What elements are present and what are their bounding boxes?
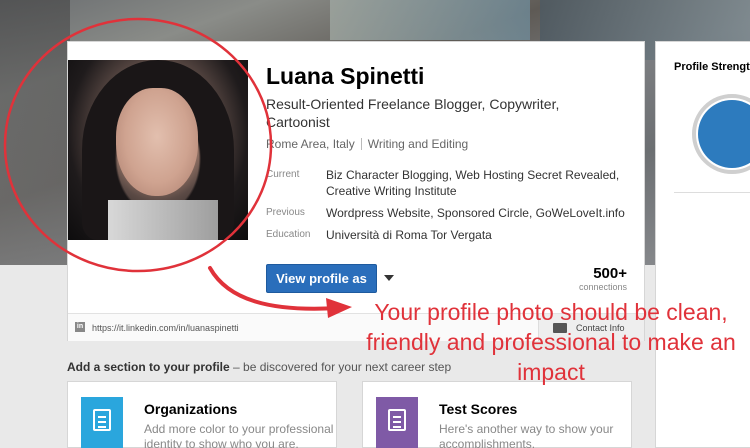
- annotation-text: Your profile photo should be clean, frie…: [366, 299, 736, 385]
- linkedin-icon: in: [75, 322, 85, 332]
- tile-title: Organizations: [144, 401, 238, 417]
- row-label: Previous: [266, 207, 305, 218]
- public-profile-url[interactable]: https://it.linkedin.com/in/luanaspinetti: [92, 323, 239, 333]
- profile-photo[interactable]: [68, 60, 248, 240]
- chevron-down-icon[interactable]: [384, 275, 394, 281]
- experience-rows: Current Biz Character Blogging, Web Host…: [266, 167, 636, 249]
- add-test-scores-tile[interactable]: Test Scores Here's another way to show y…: [362, 381, 632, 448]
- row-value[interactable]: Università di Roma Tor Vergata: [326, 227, 492, 243]
- divider: [360, 138, 362, 150]
- connections-label: connections: [578, 282, 627, 292]
- divider: [674, 192, 750, 193]
- view-profile-as-button[interactable]: View profile as: [266, 264, 377, 293]
- profile-card: Luana Spinetti Result-Oriented Freelance…: [67, 41, 645, 341]
- row-current: Current Biz Character Blogging, Web Host…: [266, 167, 636, 199]
- profile-meta: Rome Area, Italy Writing and Editing: [266, 137, 468, 151]
- location-link[interactable]: Rome Area, Italy: [266, 137, 355, 151]
- profile-headline: Result-Oriented Freelance Blogger, Copyw…: [266, 96, 560, 130]
- row-label: Education: [266, 229, 311, 240]
- tile-title: Test Scores: [439, 401, 518, 417]
- row-previous: Previous Wordpress Website, Sponsored Ci…: [266, 205, 636, 221]
- add-section-title: Add a section to your profile: [67, 360, 230, 374]
- add-organizations-tile[interactable]: Organizations Add more color to your pro…: [67, 381, 337, 448]
- document-list-icon: [376, 397, 418, 448]
- row-education: Education Università di Roma Tor Vergata: [266, 227, 636, 243]
- row-value[interactable]: Biz Character Blogging, Web Hosting Secr…: [326, 167, 636, 199]
- row-label: Current: [266, 169, 300, 180]
- profile-strength-meter[interactable]: [692, 94, 750, 174]
- tile-description: Add more color to your professional iden…: [144, 422, 334, 448]
- organization-icon: [81, 397, 123, 448]
- connections-count[interactable]: 500+: [593, 265, 627, 282]
- profile-strength-title: Profile Strength: [674, 61, 750, 73]
- industry-link[interactable]: Writing and Editing: [368, 137, 469, 151]
- tile-description: Here's another way to show your accompli…: [439, 422, 614, 448]
- row-value[interactable]: Wordpress Website, Sponsored Circle, GoW…: [326, 205, 625, 221]
- profile-name: Luana Spinetti: [266, 63, 425, 89]
